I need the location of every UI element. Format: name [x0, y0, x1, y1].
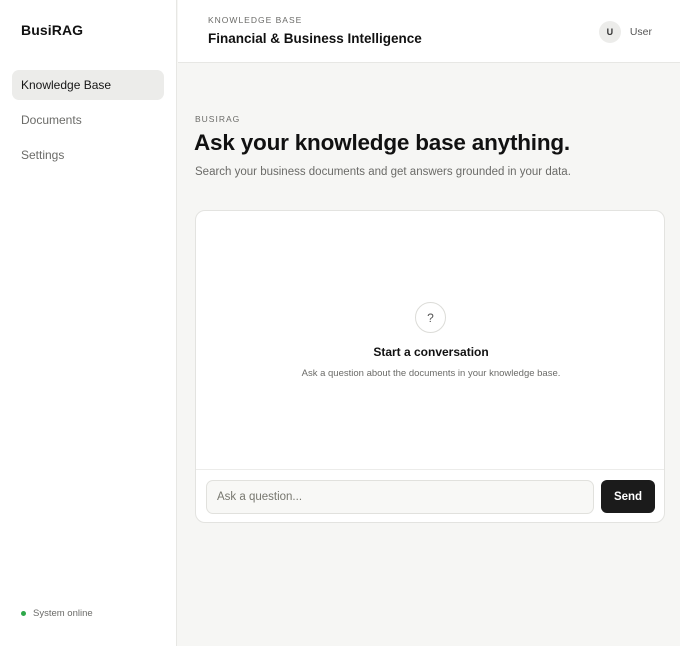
section-eyebrow: BUSIRAG	[195, 114, 241, 124]
avatar: U	[598, 21, 621, 43]
sidebar-item-label: Settings	[21, 148, 65, 162]
status-label: System online	[33, 608, 93, 619]
sidebar-item-documents[interactable]: Documents	[12, 105, 164, 135]
sidebar-item-label: Documents	[21, 113, 82, 127]
question-input[interactable]	[206, 480, 594, 514]
sidebar-item-settings[interactable]: Settings	[12, 140, 164, 170]
status-dot-icon	[21, 611, 26, 616]
sidebar: BusiRAG Knowledge Base Documents Setting…	[0, 0, 177, 646]
breadcrumb: KNOWLEDGE BASE	[208, 15, 303, 25]
sidebar-nav: Knowledge Base Documents Settings	[12, 70, 164, 175]
page-title: Ask your knowledge base anything.	[194, 130, 570, 155]
question-icon: ?	[415, 302, 446, 333]
chat-composer: Send	[196, 469, 664, 523]
empty-state-description: Ask a question about the documents in yo…	[301, 368, 561, 379]
page-subtitle: Search your business documents and get a…	[195, 166, 571, 178]
header-title: Financial & Business Intelligence	[208, 31, 422, 46]
brand-logo[interactable]: BusiRAG	[21, 22, 83, 38]
user-name: User	[629, 26, 652, 38]
sidebar-item-label: Knowledge Base	[21, 78, 112, 92]
system-status: System online	[21, 608, 93, 619]
user-menu[interactable]: U User	[598, 21, 652, 43]
send-button[interactable]: Send	[601, 480, 655, 513]
sidebar-item-knowledge-base[interactable]: Knowledge Base	[12, 70, 164, 100]
top-header: KNOWLEDGE BASE Financial & Business Inte…	[178, 0, 680, 63]
empty-state-title: Start a conversation	[373, 345, 489, 359]
chat-panel: ? Start a conversation Ask a question ab…	[195, 210, 665, 523]
